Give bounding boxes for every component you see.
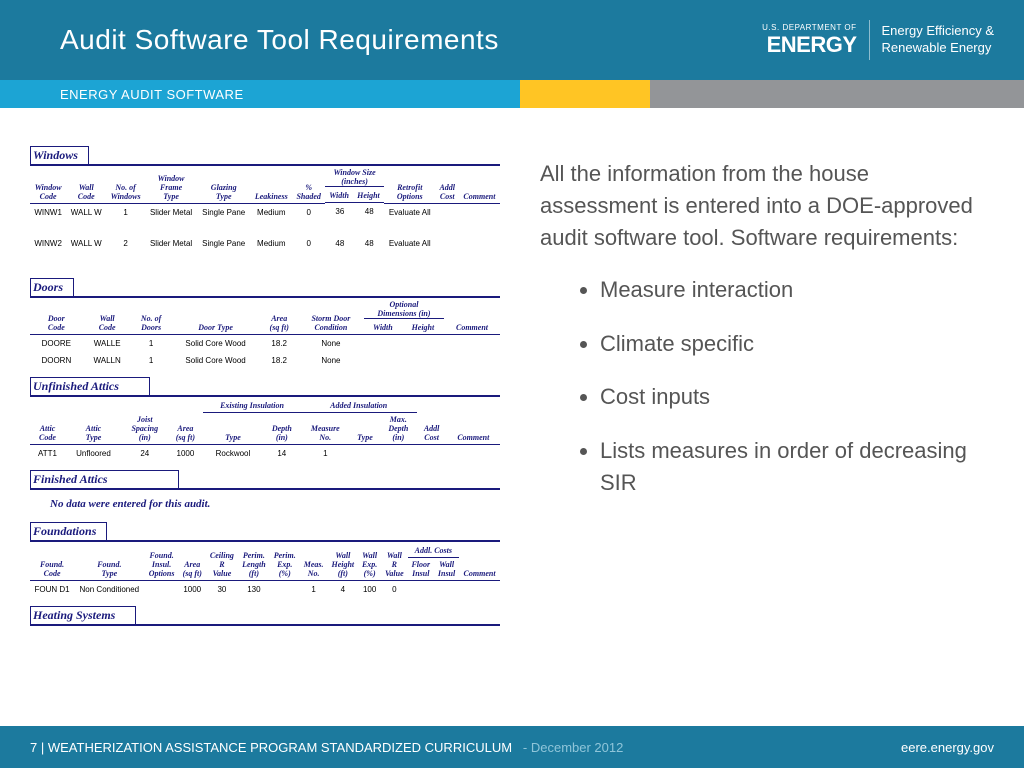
logo-main: ENERGY [762, 32, 856, 58]
report-panel: Windows WindowCodeWallCodeNo. ofWindowsW… [0, 108, 510, 726]
footer-date: December 2012 [531, 740, 624, 755]
no-data-message: No data were entered for this audit. [50, 498, 500, 510]
section-doors: Doors [30, 278, 74, 298]
table-row: WINW2WALL W2Slider MetalSingle PaneMediu… [30, 235, 500, 252]
section-foundations: Foundations [30, 522, 107, 542]
tagline-2: Renewable Energy [882, 40, 994, 57]
section-unfinished-attics: Unfinished Attics [30, 377, 150, 397]
list-item: Measure interaction [600, 274, 984, 306]
intro-paragraph: All the information from the house asses… [540, 158, 984, 254]
table-row: FOUN D1Non Conditioned100030130141000 [30, 581, 500, 599]
foundations-table: Found.CodeFound.TypeFound.Insul.OptionsA… [30, 544, 500, 598]
requirements-list: Measure interaction Climate specific Cos… [540, 274, 984, 499]
header: Audit Software Tool Requirements U.S. DE… [0, 0, 1024, 80]
tagline-1: Energy Efficiency & [882, 23, 994, 40]
windows-table: WindowCodeWallCodeNo. ofWindowsWindowFra… [30, 168, 500, 252]
logo-subtext: U.S. DEPARTMENT OF [762, 23, 856, 32]
logo-divider [869, 20, 870, 60]
subheader-yellow [520, 80, 650, 108]
page-title: Audit Software Tool Requirements [60, 24, 762, 56]
section-windows: Windows [30, 146, 89, 166]
list-item: Climate specific [600, 328, 984, 360]
footer-program: WEATHERIZATION ASSISTANCE PROGRAM STANDA… [48, 740, 512, 755]
table-row: WINW1WALL W1Slider MetalSingle PaneMediu… [30, 203, 500, 221]
section-finished-attics: Finished Attics [30, 470, 179, 490]
table-row: DOOREWALLE1Solid Core Wood18.2None [30, 335, 500, 353]
footer: 7 | WEATHERIZATION ASSISTANCE PROGRAM ST… [0, 726, 1024, 768]
logo-block: U.S. DEPARTMENT OF ENERGY Energy Efficie… [762, 20, 994, 60]
list-item: Lists measures in order of decreasing SI… [600, 435, 984, 499]
list-item: Cost inputs [600, 381, 984, 413]
footer-url: eere.energy.gov [901, 740, 994, 755]
uattics-table: AtticCodeAtticTypeJoistSpacing(in)Area(s… [30, 399, 500, 462]
page-number: 7 [30, 740, 37, 755]
subheader-gray [650, 80, 1024, 108]
body-text: All the information from the house asses… [510, 108, 1024, 726]
table-row: ATT1Unfloored241000Rockwool141 [30, 445, 500, 463]
doors-table: DoorCodeWallCodeNo. ofDoorsDoor TypeArea… [30, 300, 500, 370]
section-heating: Heating Systems [30, 606, 136, 626]
table-row: DOORNWALLN1Solid Core Wood18.2None [30, 352, 500, 369]
subheader-label: ENERGY AUDIT SOFTWARE [0, 80, 520, 108]
subheader: ENERGY AUDIT SOFTWARE [0, 80, 1024, 108]
